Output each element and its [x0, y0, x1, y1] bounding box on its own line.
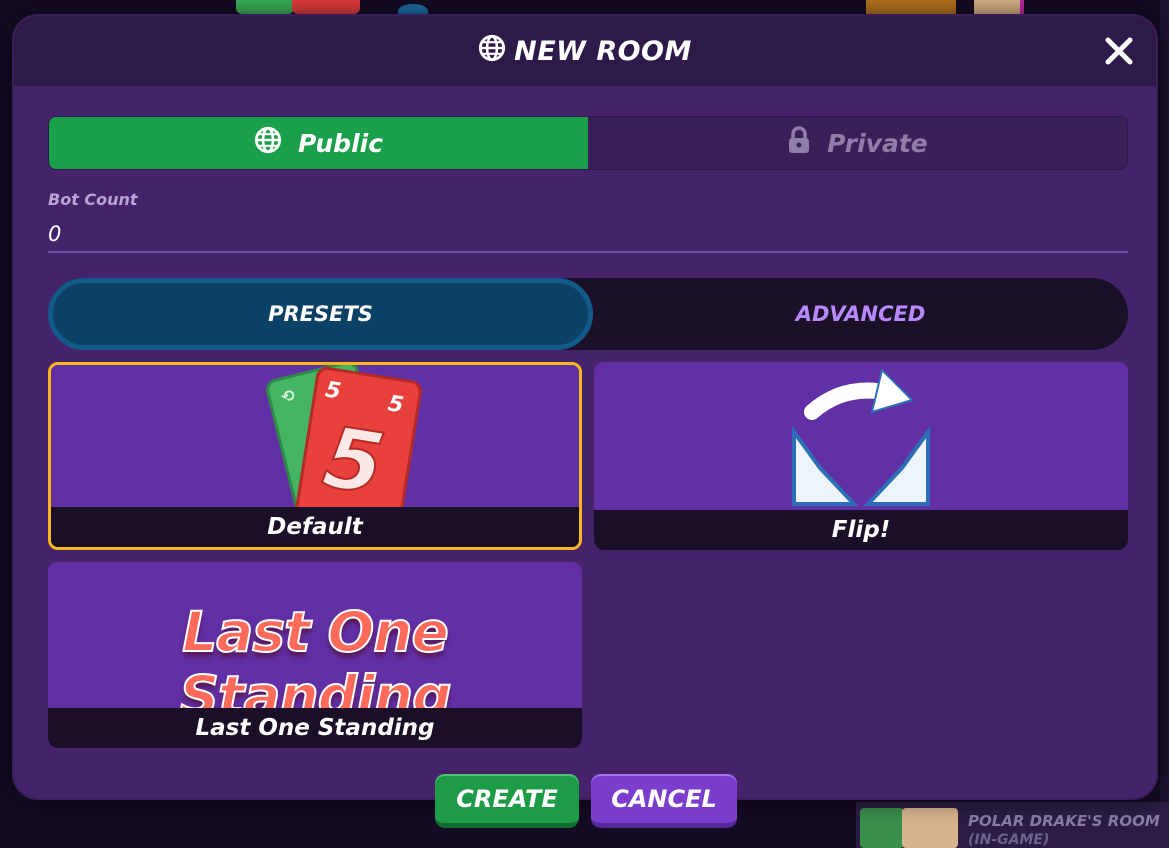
background-thumbnail [974, 0, 1024, 14]
globe-icon [254, 126, 282, 160]
background-room-status: (IN-GAME) [968, 832, 1050, 848]
public-label: Public [297, 128, 384, 158]
preset-card-flip[interactable]: Flip! [594, 362, 1128, 550]
tab-advanced[interactable]: ADVANCED [593, 278, 1128, 350]
private-option[interactable]: Private [588, 117, 1127, 169]
dialog-title: NEW ROOM [478, 34, 692, 69]
dialog-title-text: NEW ROOM [514, 35, 692, 67]
new-room-dialog: NEW ROOM Public Private Bot Count PRESET… [12, 14, 1158, 800]
background-thumbnail [866, 0, 956, 14]
privacy-toggle: Public Private [48, 116, 1128, 170]
close-icon [1105, 37, 1133, 65]
close-button[interactable] [1104, 36, 1134, 66]
preset-card-label: Last One Standing [48, 708, 582, 748]
dialog-header: NEW ROOM [14, 16, 1156, 86]
lock-icon [787, 126, 811, 160]
bot-count-input[interactable] [48, 217, 1128, 253]
tab-presets[interactable]: PRESETS [48, 278, 593, 350]
uno-cards-illustration: ⟲ ⟲ 5 5 5 [266, 365, 422, 511]
background-room-avatar [902, 808, 958, 848]
background-room-thumbnail [860, 808, 904, 848]
preset-card-last-one-standing[interactable]: Last One Standing Last One Standing [48, 562, 582, 748]
background-panel [1160, 0, 1169, 848]
globe-icon [478, 34, 506, 69]
create-button[interactable]: CREATE [435, 774, 579, 828]
flip-arrows-illustration [792, 368, 930, 506]
settings-tabs: PRESETS ADVANCED [48, 278, 1128, 350]
public-option[interactable]: Public [49, 117, 588, 169]
background-card-red [292, 0, 360, 14]
preset-card-label: Default [51, 507, 579, 547]
private-label: Private [827, 128, 928, 158]
cancel-button[interactable]: CANCEL [591, 774, 737, 828]
preset-card-label: Flip! [594, 510, 1128, 550]
background-room-name: POLAR DRAKE'S ROOM [968, 812, 1160, 830]
preset-card-default[interactable]: ⟲ ⟲ 5 5 5 Default [48, 362, 582, 550]
bot-count-label: Bot Count [48, 190, 138, 209]
background-card-green [236, 0, 294, 14]
